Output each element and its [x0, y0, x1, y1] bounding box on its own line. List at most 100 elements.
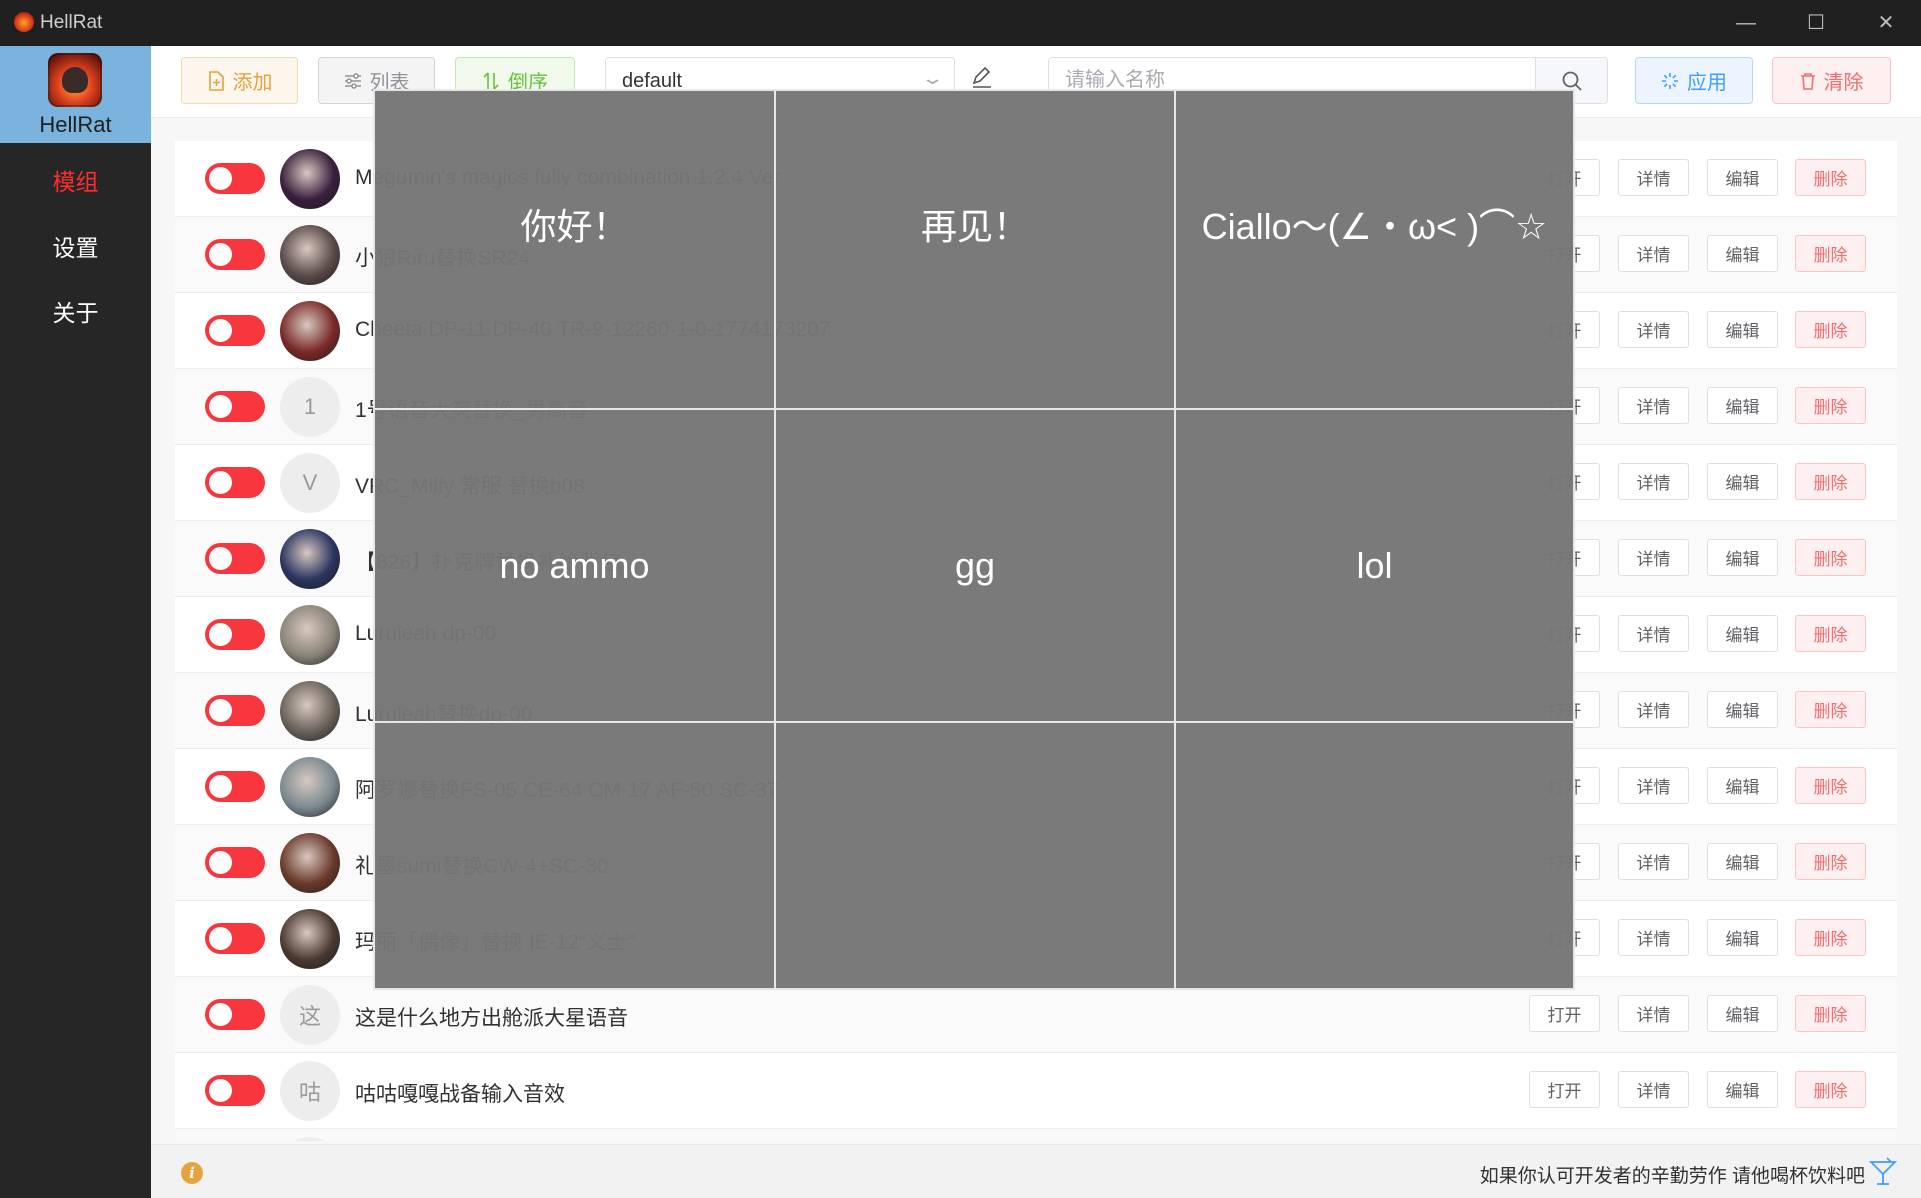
edit-button[interactable]: 编辑	[1707, 235, 1778, 272]
mod-enable-toggle[interactable]	[205, 847, 265, 878]
quick-chat-cell[interactable]: 你好！	[375, 91, 774, 357]
delete-button[interactable]: 删除	[1795, 235, 1866, 272]
detail-button[interactable]: 详情	[1618, 235, 1689, 272]
sort-icon	[483, 71, 499, 90]
mod-enable-toggle[interactable]	[205, 619, 265, 650]
sidebar: HellRat 模组 设置 关于	[0, 46, 151, 1198]
brand-name: HellRat	[39, 112, 112, 137]
mod-enable-toggle[interactable]	[205, 543, 265, 574]
delete-button[interactable]: 删除	[1795, 615, 1866, 652]
app-icon	[14, 12, 34, 32]
add-file-icon	[208, 70, 224, 91]
mod-enable-toggle[interactable]	[205, 695, 265, 726]
trash-icon	[1800, 72, 1815, 90]
cocktail-glass-icon[interactable]	[1869, 1157, 1897, 1187]
mod-enable-toggle[interactable]	[205, 467, 265, 498]
quick-chat-cell[interactable]	[375, 723, 774, 988]
filter-sliders-icon	[344, 72, 361, 89]
apply-button-label: 应用	[1687, 72, 1727, 94]
open-button[interactable]: 打开	[1529, 1071, 1600, 1108]
title-bar: HellRat — ☐ ✕	[0, 0, 1921, 46]
edit-button[interactable]: 编辑	[1707, 919, 1778, 956]
edit-button[interactable]: 编辑	[1707, 1071, 1778, 1108]
delete-button[interactable]: 删除	[1795, 691, 1866, 728]
edit-button[interactable]: 编辑	[1707, 159, 1778, 196]
detail-button[interactable]: 详情	[1618, 463, 1689, 500]
edit-button[interactable]: 编辑	[1707, 539, 1778, 576]
mod-avatar: 咕	[280, 1061, 340, 1121]
delete-button[interactable]: 删除	[1795, 159, 1866, 196]
detail-button[interactable]: 详情	[1618, 919, 1689, 956]
edit-button[interactable]: 编辑	[1707, 843, 1778, 880]
detail-button[interactable]: 详情	[1618, 1071, 1689, 1108]
info-icon[interactable]: i	[181, 1162, 203, 1184]
edit-button[interactable]: 编辑	[1707, 463, 1778, 500]
detail-button[interactable]: 详情	[1618, 691, 1689, 728]
delete-button[interactable]: 删除	[1795, 843, 1866, 880]
edit-button[interactable]: 编辑	[1707, 311, 1778, 348]
mod-enable-toggle[interactable]	[205, 391, 265, 422]
mod-row: 咕咕咕嘎嘎战备输入音效 打开 详情 编辑 删除	[175, 1053, 1897, 1129]
quick-chat-cell[interactable]	[1176, 723, 1573, 988]
minimize-button[interactable]: —	[1711, 0, 1781, 46]
delete-button[interactable]: 删除	[1795, 539, 1866, 576]
mod-enable-toggle[interactable]	[205, 771, 265, 802]
quick-chat-overlay: 你好！ 再见！ Ciallo～(∠・ω< )⌒☆ no ammo gg lol	[373, 89, 1575, 990]
quick-chat-cell[interactable]: lol	[1176, 410, 1573, 721]
detail-button[interactable]: 详情	[1618, 387, 1689, 424]
mod-avatar	[280, 225, 340, 285]
clear-button-label: 清除	[1823, 72, 1864, 94]
detail-button[interactable]: 详情	[1618, 767, 1689, 804]
detail-button[interactable]: 详情	[1618, 615, 1689, 652]
nav-item-about[interactable]: 关于	[0, 294, 151, 328]
mod-avatar	[280, 833, 340, 893]
edit-button[interactable]: 编辑	[1707, 767, 1778, 804]
mod-enable-toggle[interactable]	[205, 1075, 265, 1106]
quick-chat-cell[interactable]: Ciallo～(∠・ω< )⌒☆	[1176, 91, 1573, 357]
mod-name: 咕咕嘎嘎战备输入音效	[355, 1083, 565, 1106]
detail-button[interactable]: 详情	[1618, 311, 1689, 348]
edit-button[interactable]: 编辑	[1707, 615, 1778, 652]
mod-avatar: 1	[280, 377, 340, 437]
mod-avatar	[280, 1137, 340, 1141]
edit-button[interactable]: 编辑	[1707, 387, 1778, 424]
clear-button[interactable]: 清除	[1772, 57, 1891, 104]
hellrat-logo-icon	[48, 53, 102, 107]
window-title: HellRat	[40, 12, 103, 33]
donate-message[interactable]: 如果你认可开发者的辛勤劳作 请他喝杯饮料吧	[1480, 1161, 1865, 1188]
apply-button[interactable]: 应用	[1635, 57, 1753, 104]
maximize-button[interactable]: ☐	[1781, 0, 1851, 46]
add-button[interactable]: 添加	[181, 57, 298, 104]
delete-button[interactable]: 删除	[1795, 463, 1866, 500]
edit-button[interactable]: 编辑	[1707, 691, 1778, 728]
nav-item-mods[interactable]: 模组	[0, 163, 151, 197]
detail-button[interactable]: 详情	[1618, 539, 1689, 576]
quick-chat-cell[interactable]: no ammo	[375, 410, 774, 721]
detail-button[interactable]: 详情	[1618, 843, 1689, 880]
close-button[interactable]: ✕	[1851, 0, 1921, 46]
delete-button[interactable]: 删除	[1795, 995, 1866, 1032]
quick-chat-cell[interactable]: 再见！	[776, 91, 1174, 357]
mod-enable-toggle[interactable]	[205, 315, 265, 346]
mod-avatar	[280, 757, 340, 817]
mod-row	[175, 1129, 1897, 1141]
mod-avatar	[280, 681, 340, 741]
mod-enable-toggle[interactable]	[205, 239, 265, 270]
detail-button[interactable]: 详情	[1618, 159, 1689, 196]
mod-enable-toggle[interactable]	[205, 999, 265, 1030]
mod-enable-toggle[interactable]	[205, 163, 265, 194]
nav-item-settings[interactable]: 设置	[0, 229, 151, 263]
quick-chat-cell[interactable]	[776, 723, 1174, 988]
edit-button[interactable]: 编辑	[1707, 995, 1778, 1032]
detail-button[interactable]: 详情	[1618, 995, 1689, 1032]
mod-avatar	[280, 149, 340, 209]
mod-avatar	[280, 605, 340, 665]
delete-button[interactable]: 删除	[1795, 1071, 1866, 1108]
delete-button[interactable]: 删除	[1795, 387, 1866, 424]
delete-button[interactable]: 删除	[1795, 919, 1866, 956]
delete-button[interactable]: 删除	[1795, 767, 1866, 804]
quick-chat-cell[interactable]: gg	[776, 410, 1174, 721]
delete-button[interactable]: 删除	[1795, 311, 1866, 348]
mod-enable-toggle[interactable]	[205, 923, 265, 954]
open-button[interactable]: 打开	[1529, 995, 1600, 1032]
